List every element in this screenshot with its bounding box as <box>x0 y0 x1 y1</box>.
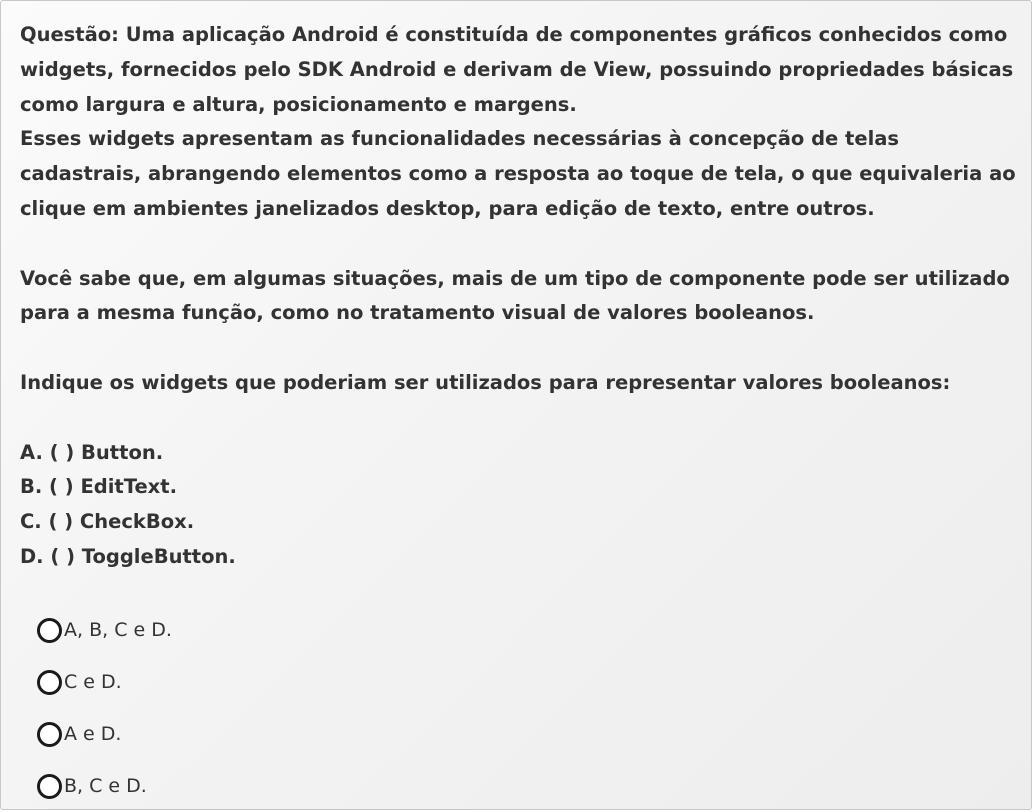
question-prompt: Indique os widgets que poderiam ser util… <box>20 370 951 394</box>
statement-item-c: C. ( ) CheckBox. <box>20 510 195 534</box>
question-paragraph-3: Você sabe que, em algumas situações, mai… <box>20 266 1010 325</box>
radio-button[interactable] <box>37 669 62 695</box>
answer-option-label: B, C e D. <box>64 775 147 797</box>
answer-option-label: A e D. <box>64 723 122 745</box>
answer-option-3[interactable]: A e D. <box>37 717 172 751</box>
statement-item-b: B. ( ) EditText. <box>20 475 177 499</box>
answer-option-label: C e D. <box>64 671 122 693</box>
answer-options: A, B, C e D. C e D. A e D. B, C e D. <box>37 613 172 809</box>
answer-option-label: A, B, C e D. <box>64 619 172 641</box>
question-text: Questão: Uma aplicação Android é constit… <box>20 18 1020 575</box>
radio-button[interactable] <box>37 773 62 799</box>
radio-button[interactable] <box>37 617 62 643</box>
question-paragraph-1: Questão: Uma aplicação Android é constit… <box>20 23 1014 116</box>
answer-option-1[interactable]: A, B, C e D. <box>37 613 172 647</box>
statement-item-a: A. ( ) Button. <box>20 440 164 464</box>
statement-item-d: D. ( ) ToggleButton. <box>20 544 236 568</box>
radio-button[interactable] <box>37 721 62 747</box>
question-paragraph-2: Esses widgets apresentam as funcionalida… <box>20 127 1016 220</box>
question-card: Questão: Uma aplicação Android é constit… <box>0 0 1032 810</box>
answer-option-4[interactable]: B, C e D. <box>37 769 172 803</box>
answer-option-2[interactable]: C e D. <box>37 665 172 699</box>
